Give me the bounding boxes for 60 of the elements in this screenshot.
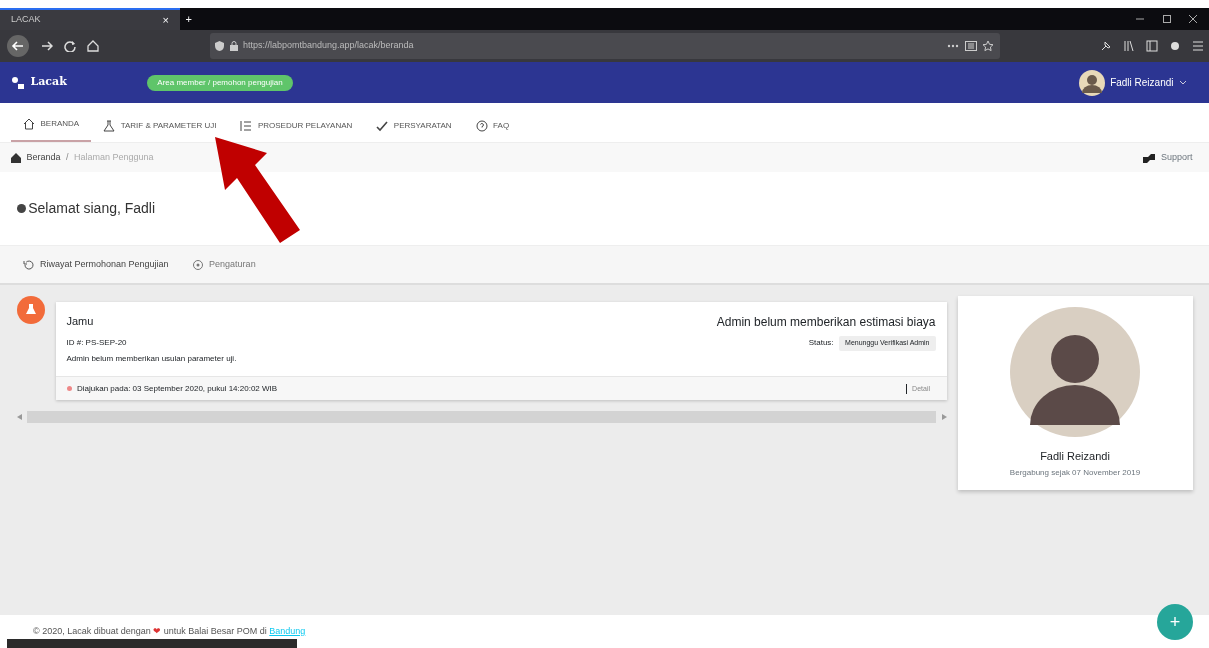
logo-icon	[11, 75, 25, 90]
back-icon[interactable]	[5, 34, 30, 58]
address-bar[interactable]: https://labpomtbandung.app/lacak/beranda	[209, 33, 1000, 59]
request-note: Admin belum memberikan usulan parameter uji.	[66, 353, 238, 366]
list-icon	[240, 120, 253, 132]
user-menu-button[interactable]: Fadli Reizandi	[1110, 75, 1187, 90]
submitted-date: Diajukan pada: 03 September 2020, pukul 14:20:02 WIB	[77, 382, 278, 395]
nav-tab[interactable]: PROSEDUR PELAYANAN	[228, 110, 365, 142]
home-icon	[23, 118, 35, 130]
brand-link[interactable]: Lacak	[30, 74, 67, 91]
settings-icon	[191, 258, 204, 271]
check-icon	[376, 120, 389, 132]
breadcrumb-link[interactable]: Beranda	[26, 150, 61, 165]
avatar-icon	[1010, 307, 1140, 437]
star-icon[interactable]	[982, 40, 994, 52]
section-tab[interactable]: Riwayat Permohonan Pengujian	[16, 256, 175, 273]
history-icon	[22, 258, 35, 271]
status-dot-icon	[16, 204, 26, 213]
forward-icon[interactable]	[40, 40, 53, 52]
shield-icon	[215, 41, 224, 51]
more-icon[interactable]	[947, 44, 959, 48]
mode-badge: Area member / pemohon pengujian	[147, 74, 293, 91]
maximize-icon[interactable]	[1161, 14, 1172, 24]
request-title: Jamu	[66, 313, 94, 329]
support-link[interactable]: Support	[1160, 150, 1193, 165]
browser-tab[interactable]: LACAK ×	[0, 8, 180, 30]
tab-title: LACAK	[11, 13, 41, 27]
greeting-text: Selamat siang, Fadli	[28, 199, 156, 218]
new-tab-button[interactable]: +	[180, 8, 198, 30]
join-date: Bergabung sejak 07 November 2019	[1009, 467, 1141, 480]
lock-icon	[229, 41, 238, 51]
horizontal-scrollbar[interactable]	[27, 411, 936, 424]
status-label: Status:	[808, 337, 834, 350]
breadcrumb-separator: /	[66, 150, 69, 164]
reader-icon[interactable]	[964, 41, 977, 51]
reload-icon[interactable]	[63, 40, 76, 52]
flask-icon	[103, 120, 116, 132]
menu-icon[interactable]	[1191, 40, 1204, 52]
url-text: https://labpomtbandung.app/lacak/beranda	[243, 39, 415, 53]
nav-tab[interactable]: TARIF & PARAMETER UJI	[91, 110, 229, 142]
nav-tab[interactable]: FAQ	[463, 110, 522, 142]
library-icon[interactable]	[1122, 40, 1135, 52]
footer-text: © 2020, Lacak dibuat dengan ❤ untuk Balai Besar POM di Bandung	[33, 624, 306, 638]
help-icon	[475, 120, 488, 132]
caret-icon	[1179, 80, 1187, 85]
close-icon[interactable]	[1188, 14, 1198, 24]
nav-tab[interactable]: PERSYARATAN	[364, 110, 464, 142]
request-id: ID #: PS-SEP-20	[66, 337, 127, 350]
support-icon	[1143, 152, 1156, 163]
bullet-icon	[66, 386, 72, 392]
estimate-text: Admin belum memberikan estimasi biaya	[716, 313, 936, 331]
sidebar-icon[interactable]	[1145, 40, 1158, 52]
home-icon	[11, 152, 21, 163]
close-tab-button[interactable]: ×	[162, 11, 169, 29]
avatar-icon	[1078, 69, 1105, 96]
timeline-flask-icon	[16, 296, 45, 324]
pin-icon[interactable]	[1099, 40, 1112, 52]
section-tab[interactable]: Pengaturan	[185, 256, 262, 273]
home-icon[interactable]	[86, 40, 99, 52]
profile-name: Fadli Reizandi	[1040, 449, 1110, 464]
